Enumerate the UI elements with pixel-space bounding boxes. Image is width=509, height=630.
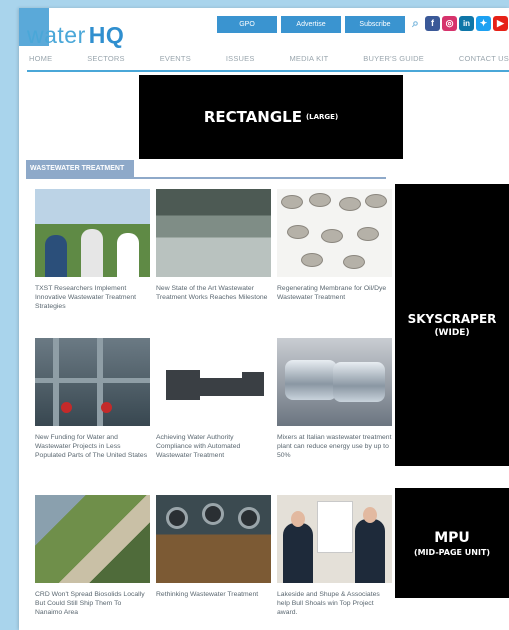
article-title[interactable]: CRD Won't Spread Biosolids Locally But C… — [35, 590, 150, 617]
article-title[interactable]: TXST Researchers Implement Innovative Wa… — [35, 284, 150, 311]
article-title[interactable]: New Funding for Water and Wastewater Pro… — [35, 433, 150, 460]
facebook-icon[interactable]: f — [425, 16, 440, 31]
main-nav: HOME SECTORS EVENTS ISSUES MEDIA KIT BUY… — [29, 54, 509, 63]
article-title[interactable]: Rethinking Wastewater Treatment — [156, 590, 271, 599]
article-image[interactable] — [277, 338, 392, 426]
logo-text-bold: HQ — [88, 22, 125, 48]
article-title[interactable]: Regenerating Membrane for Oil/Dye Wastew… — [277, 284, 392, 302]
article-card[interactable]: CRD Won't Spread Biosolids Locally But C… — [35, 495, 150, 617]
nav-item-home[interactable]: HOME — [29, 54, 52, 63]
article-image[interactable] — [156, 338, 271, 426]
ad-skyscraper-sub: (WIDE) — [434, 328, 470, 338]
nav-item-buyers-guide[interactable]: BUYER'S GUIDE — [363, 54, 424, 63]
nav-item-contact-us[interactable]: CONTACT US — [459, 54, 509, 63]
article-image[interactable] — [277, 495, 392, 583]
twitter-icon[interactable]: ✦ — [476, 16, 491, 31]
subscribe-button[interactable]: Subscribe — [345, 16, 405, 33]
nav-item-sectors[interactable]: SECTORS — [87, 54, 125, 63]
ad-mpu[interactable]: MPU (MID-PAGE UNIT) — [395, 488, 509, 598]
ad-rectangle-sub: (LARGE) — [305, 113, 339, 121]
ad-mpu-label: MPU — [434, 529, 470, 546]
article-image[interactable] — [35, 338, 150, 426]
ad-skyscraper-wide[interactable]: SKYSCRAPER (WIDE) — [395, 184, 509, 466]
article-title[interactable]: Achieving Water Authority Compliance wit… — [156, 433, 271, 460]
article-title[interactable]: Mixers at Italian wastewater treatment p… — [277, 433, 392, 460]
article-title[interactable]: New State of the Art Wastewater Treatmen… — [156, 284, 271, 302]
nav-item-media-kit[interactable]: MEDIA KIT — [289, 54, 328, 63]
article-card[interactable]: TXST Researchers Implement Innovative Wa… — [35, 189, 150, 311]
section-tab-wastewater[interactable]: WASTEWATER TREATMENT — [26, 160, 134, 177]
article-card[interactable]: Regenerating Membrane for Oil/Dye Wastew… — [277, 189, 392, 302]
ad-skyscraper-label: SKYSCRAPER — [407, 312, 497, 326]
article-image[interactable] — [277, 189, 392, 277]
search-icon[interactable]: ⌕ — [408, 16, 423, 31]
ad-rectangle-large[interactable]: RECTANGLE (LARGE) — [139, 75, 403, 159]
nav-item-issues[interactable]: ISSUES — [226, 54, 255, 63]
article-card[interactable]: New Funding for Water and Wastewater Pro… — [35, 338, 150, 460]
page-frame: water HQ GPO Advertise Subscribe ⌕ f ◎ in… — [19, 8, 509, 630]
ad-mpu-sub: (MID-PAGE UNIT) — [413, 547, 491, 557]
article-card[interactable]: Lakeside and Shupe & Associates help Bul… — [277, 495, 392, 617]
site-logo[interactable]: water HQ — [27, 22, 124, 49]
poster-board — [317, 501, 353, 553]
logo-text-light: water — [27, 22, 86, 48]
article-image[interactable] — [35, 189, 150, 277]
article-image[interactable] — [156, 495, 271, 583]
article-card[interactable]: New State of the Art Wastewater Treatmen… — [156, 189, 271, 302]
article-image[interactable] — [156, 189, 271, 277]
nav-item-events[interactable]: EVENTS — [160, 54, 191, 63]
article-card[interactable]: Achieving Water Authority Compliance wit… — [156, 338, 271, 460]
linkedin-icon[interactable]: in — [459, 16, 474, 31]
advertise-button[interactable]: Advertise — [281, 16, 341, 33]
article-card[interactable]: Mixers at Italian wastewater treatment p… — [277, 338, 392, 460]
nav-divider — [27, 70, 509, 72]
top-button-group: GPO Advertise Subscribe — [217, 16, 405, 33]
article-image[interactable] — [35, 495, 150, 583]
article-card[interactable]: Rethinking Wastewater Treatment — [156, 495, 271, 599]
instagram-icon[interactable]: ◎ — [442, 16, 457, 31]
gpo-button[interactable]: GPO — [217, 16, 277, 33]
section-divider — [26, 177, 386, 179]
article-title[interactable]: Lakeside and Shupe & Associates help Bul… — [277, 590, 392, 617]
youtube-icon[interactable]: ▶ — [493, 16, 508, 31]
social-icons: ⌕ f ◎ in ✦ ▶ — [408, 16, 508, 31]
ad-rectangle-label: RECTANGLE — [203, 108, 302, 126]
